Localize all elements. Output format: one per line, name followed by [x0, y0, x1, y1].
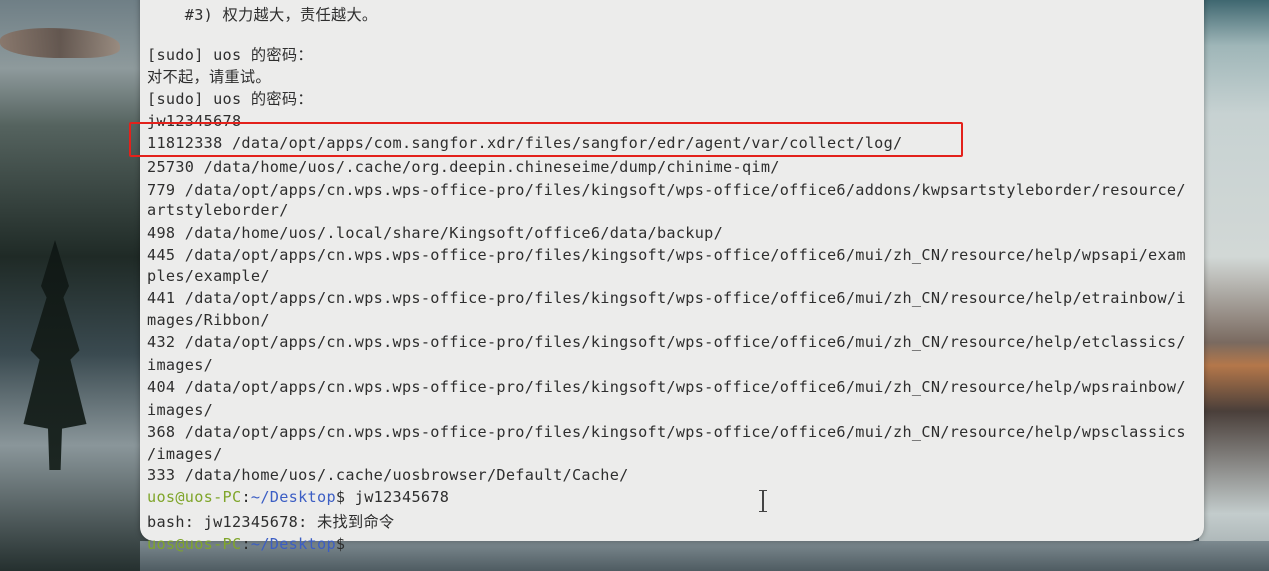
terminal-line: 404 /data/opt/apps/cn.wps.wps-office-pro… [147, 378, 1186, 396]
desktop-wallpaper-left [0, 0, 150, 571]
prompt-command: jw12345678 [345, 488, 450, 506]
prompt-user: uos@uos-PC [147, 488, 242, 506]
terminal-line: 441 /data/opt/apps/cn.wps.wps-office-pro… [147, 289, 1186, 307]
prompt-path: ~/Desktop [250, 488, 336, 506]
terminal-line: [sudo] uos 的密码： [147, 46, 313, 64]
shell-prompt-active[interactable]: uos@uos-PC:~/Desktop$ [147, 534, 345, 554]
error-line: bash: jw12345678: 未找到命令 [147, 513, 395, 531]
shell-prompt: uos@uos-PC:~/Desktop$ jw12345678 [147, 487, 449, 507]
terminal-line: 368 /data/opt/apps/cn.wps.wps-office-pro… [147, 423, 1186, 441]
terminal-line: ples/example/ [147, 267, 270, 285]
red-highlight-box [129, 122, 963, 157]
desktop-wallpaper-right [1199, 0, 1269, 571]
terminal-line: /images/ [147, 445, 223, 463]
terminal-line: artstyleborder/ [147, 201, 289, 219]
text-cursor-icon [759, 490, 767, 512]
terminal-line: mages/Ribbon/ [147, 311, 270, 329]
terminal-line: 445 /data/opt/apps/cn.wps.wps-office-pro… [147, 246, 1186, 264]
prompt-separator: : [241, 488, 251, 506]
terminal-line: 498 /data/home/uos/.local/share/Kingsoft… [147, 224, 724, 242]
prompt-dollar: $ [335, 535, 346, 553]
terminal-line: [sudo] uos 的密码： [147, 90, 313, 108]
terminal-line: 333 /data/home/uos/.cache/uosbrowser/Def… [147, 466, 629, 484]
wallpaper-tree [23, 240, 87, 470]
terminal-line: #3) 权力越大，责任越大。 [147, 6, 378, 24]
prompt-path: ~/Desktop [250, 535, 336, 553]
prompt-dollar: $ [335, 488, 346, 506]
terminal-line: images/ [147, 356, 214, 374]
terminal-line: 25730 /data/home/uos/.cache/org.deepin.c… [147, 158, 780, 176]
terminal-window[interactable] [140, 0, 1204, 541]
prompt-user: uos@uos-PC [147, 535, 242, 553]
prompt-separator: : [241, 535, 251, 553]
terminal-line: 432 /data/opt/apps/cn.wps.wps-office-pro… [147, 333, 1186, 351]
wallpaper-rock [0, 28, 120, 58]
terminal-line: images/ [147, 401, 214, 419]
terminal-line: 779 /data/opt/apps/cn.wps.wps-office-pro… [147, 181, 1186, 199]
terminal-line: 对不起，请重试。 [147, 68, 271, 86]
